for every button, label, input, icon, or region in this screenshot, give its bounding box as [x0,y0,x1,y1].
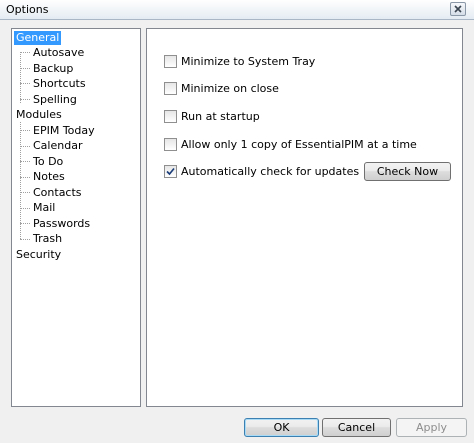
tree-connector [20,83,30,84]
tree-connector [20,99,30,100]
tree-item-autosave[interactable]: Autosave [31,46,86,60]
options-dialog: Options General Autosave Backup Shortcut… [0,0,474,443]
close-button[interactable] [450,2,466,16]
tree-item-security[interactable]: Security [14,248,63,262]
tree-item-backup[interactable]: Backup [31,62,75,76]
run-at-startup-checkbox[interactable] [164,110,177,123]
tree-connector [20,161,30,162]
option-label: Automatically check for updates [181,165,360,178]
tree-connector [20,52,30,53]
tree-connector [20,239,30,240]
single-instance-checkbox[interactable] [164,138,177,151]
apply-button[interactable]: Apply [396,418,467,437]
tree-connector [20,192,30,193]
auto-check-updates-checkbox[interactable] [164,165,177,178]
general-settings-panel: Minimize to System Tray Minimize on clos… [146,28,463,407]
tree-item-mail[interactable]: Mail [31,201,57,215]
window-title: Options [6,3,49,16]
tree-connector [20,146,30,147]
tree-item-passwords[interactable]: Passwords [31,217,92,231]
settings-tree: General Autosave Backup Shortcuts Spelli… [11,28,141,407]
tree-connector [20,177,30,178]
option-label: Allow only 1 copy of EssentialPIM at a t… [181,138,417,151]
minimize-to-tray-checkbox[interactable] [164,55,177,68]
tree-connector [20,68,30,69]
cancel-button[interactable]: Cancel [322,418,391,437]
tree-connector [20,122,21,239]
tree-connector [20,223,30,224]
tree-item-trash[interactable]: Trash [31,232,64,246]
tree-connector [20,208,30,209]
checkmark-icon [166,167,175,176]
tree-item-epim-today[interactable]: EPIM Today [31,124,97,138]
title-bar: Options [0,0,474,20]
option-label: Minimize to System Tray [181,55,316,68]
minimize-on-close-checkbox[interactable] [164,82,177,95]
tree-item-calendar[interactable]: Calendar [31,139,84,153]
tree-connector [20,52,21,103]
ok-button[interactable]: OK [244,418,319,437]
option-label: Run at startup [181,110,260,123]
tree-connector [20,130,30,131]
tree-item-to-do[interactable]: To Do [31,155,65,169]
check-now-button[interactable]: Check Now [364,162,451,181]
tree-item-contacts[interactable]: Contacts [31,186,84,200]
tree-item-modules[interactable]: Modules [14,108,64,122]
option-label: Minimize on close [181,82,279,95]
close-icon [454,5,462,13]
tree-item-general[interactable]: General [14,31,62,45]
tree-item-notes[interactable]: Notes [31,170,67,184]
tree-item-spelling[interactable]: Spelling [31,93,79,107]
tree-item-shortcuts[interactable]: Shortcuts [31,77,88,91]
